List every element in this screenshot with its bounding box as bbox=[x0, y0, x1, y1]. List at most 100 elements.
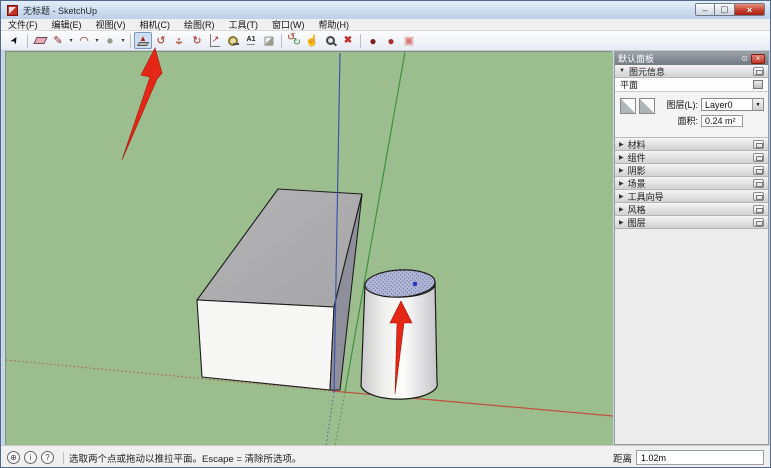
tape-measure-tool-button[interactable] bbox=[224, 32, 242, 49]
help-icon[interactable]: ? bbox=[41, 451, 54, 464]
sketchup-window: 无标题 - SketchUp – ▢ × 文件(F) 编辑(E) 视图(V) 相… bbox=[0, 0, 771, 468]
toolbar-separator bbox=[281, 34, 282, 48]
detach-icon[interactable] bbox=[753, 153, 764, 162]
select-tool-button[interactable]: ➤ bbox=[6, 32, 24, 49]
box-front-face[interactable] bbox=[197, 300, 334, 390]
menu-window[interactable]: 窗口(W) bbox=[265, 19, 312, 31]
paint-bucket-icon: ◪ bbox=[264, 34, 274, 47]
share-models-button[interactable]: ● bbox=[382, 32, 400, 49]
panel-title: 默认面板 bbox=[618, 52, 741, 65]
front-material-swatch[interactable] bbox=[620, 98, 636, 114]
close-button[interactable]: × bbox=[735, 3, 765, 16]
cylinder-body[interactable] bbox=[361, 282, 437, 399]
default-tray-panel: 默认面板 ⊙ × ▼ 图元信息 平面 图层(L): bbox=[614, 51, 769, 445]
section-layers[interactable]: ▶ 图层 bbox=[615, 216, 768, 229]
move-tool-button[interactable]: ↔ ↕ bbox=[170, 32, 188, 49]
collapse-arrow-icon: ▼ bbox=[619, 68, 625, 74]
menu-file[interactable]: 文件(F) bbox=[1, 19, 45, 31]
circle-shape-icon: ● bbox=[107, 35, 114, 47]
expand-arrow-icon: ▶ bbox=[619, 180, 624, 187]
pan-hand-icon: ☝ bbox=[305, 34, 319, 47]
zoom-tool-button[interactable] bbox=[321, 32, 339, 49]
detach-icon[interactable] bbox=[753, 192, 764, 201]
menu-view[interactable]: 视图(V) bbox=[89, 19, 133, 31]
measurement-label: 距离 bbox=[613, 451, 632, 465]
get-models-button[interactable]: ● bbox=[364, 32, 382, 49]
shapes-tool-button[interactable]: ● bbox=[101, 32, 119, 49]
menu-draw[interactable]: 绘图(R) bbox=[177, 19, 222, 31]
pin-icon[interactable]: ⊙ bbox=[741, 54, 748, 63]
arc-tool-dropdown[interactable]: ▾ bbox=[93, 32, 101, 49]
menu-bar: 文件(F) 编辑(E) 视图(V) 相机(C) 绘图(R) 工具(T) 窗口(W… bbox=[1, 19, 770, 31]
title-bar: 无标题 - SketchUp – ▢ × bbox=[1, 1, 770, 19]
dropdown-caret-icon[interactable]: ▼ bbox=[752, 99, 763, 110]
entity-info-header[interactable]: ▼ 图元信息 bbox=[615, 65, 768, 78]
zoom-extents-icon: ✖ bbox=[344, 35, 352, 46]
menu-camera[interactable]: 相机(C) bbox=[133, 19, 178, 31]
paint-bucket-tool-button[interactable]: ◪ bbox=[260, 32, 278, 49]
eraser-tool-button[interactable] bbox=[31, 32, 49, 49]
text-tool-button[interactable]: A1 bbox=[242, 32, 260, 49]
pan-tool-button[interactable]: ☝ bbox=[303, 32, 321, 49]
follow-me-tool-button[interactable]: ↺ bbox=[152, 32, 170, 49]
toolbar-separator bbox=[360, 34, 361, 48]
section-scenes[interactable]: ▶ 场景 bbox=[615, 177, 768, 190]
follow-me-icon: ↺ bbox=[156, 34, 165, 47]
section-materials[interactable]: ▶ 材料 bbox=[615, 138, 768, 151]
menu-edit[interactable]: 编辑(E) bbox=[45, 19, 89, 31]
push-pull-icon: ▲ bbox=[138, 35, 148, 46]
push-pull-tool-button[interactable]: ▲ bbox=[134, 32, 152, 49]
panel-header[interactable]: 默认面板 ⊙ × bbox=[615, 52, 768, 65]
line-tool-dropdown[interactable]: ▾ bbox=[67, 32, 75, 49]
line-tool-button[interactable]: ✎ bbox=[49, 32, 67, 49]
window-title: 无标题 - SketchUp bbox=[23, 4, 97, 17]
details-icon[interactable] bbox=[753, 80, 763, 89]
minimize-button[interactable]: – bbox=[695, 3, 715, 16]
share-component-icon: ▣ bbox=[404, 34, 414, 47]
layer-dropdown[interactable]: Layer0 ▼ bbox=[701, 98, 764, 111]
detach-icon[interactable] bbox=[753, 67, 764, 76]
pencil-icon: ✎ bbox=[53, 34, 62, 47]
share-component-button[interactable]: ▣ bbox=[400, 32, 418, 49]
detach-icon[interactable] bbox=[753, 205, 764, 214]
section-instructor[interactable]: ▶ 工具向导 bbox=[615, 190, 768, 203]
arc-icon: ◠ bbox=[79, 34, 89, 47]
toolbar-separator bbox=[130, 34, 131, 48]
section-components[interactable]: ▶ 组件 bbox=[615, 151, 768, 164]
eraser-icon bbox=[33, 37, 47, 44]
section-label: 图层 bbox=[628, 216, 753, 229]
claim-credit-icon[interactable]: i bbox=[24, 451, 37, 464]
detach-icon[interactable] bbox=[753, 218, 764, 227]
layer-value: Layer0 bbox=[702, 100, 752, 110]
layer-label: 图层(L): bbox=[660, 98, 698, 111]
drawing-canvas[interactable] bbox=[5, 51, 612, 445]
rotate-tool-button[interactable]: ↻ bbox=[188, 32, 206, 49]
move-icon-vertical: ↕ bbox=[170, 32, 188, 49]
menu-tools[interactable]: 工具(T) bbox=[222, 19, 266, 31]
detach-icon[interactable] bbox=[753, 179, 764, 188]
expand-arrow-icon: ▶ bbox=[619, 167, 624, 174]
back-material-swatch[interactable] bbox=[639, 98, 655, 114]
status-separator bbox=[63, 452, 64, 464]
section-shadows[interactable]: ▶ 阴影 bbox=[615, 164, 768, 177]
area-label: 面积: bbox=[660, 114, 698, 127]
status-bar: ⊕ i ? 选取两个点或拖动以推拉平面。Escape = 清除所选项。 距离 bbox=[1, 445, 770, 468]
zoom-extents-tool-button[interactable]: ✖ bbox=[339, 32, 357, 49]
maximize-button[interactable]: ▢ bbox=[715, 3, 735, 16]
section-styles[interactable]: ▶ 风格 bbox=[615, 203, 768, 216]
entity-info-content: 平面 图层(L): Layer0 ▼ bbox=[615, 78, 768, 138]
scale-tool-button[interactable]: ↗ bbox=[206, 32, 224, 49]
section-label: 组件 bbox=[628, 151, 753, 164]
panel-close-icon[interactable]: × bbox=[751, 54, 765, 64]
entity-info-label: 图元信息 bbox=[629, 65, 753, 78]
geolocation-icon[interactable]: ⊕ bbox=[7, 451, 20, 464]
arc-tool-button[interactable]: ◠ bbox=[75, 32, 93, 49]
orbit-tool-button[interactable]: ↺ ↻ bbox=[285, 32, 303, 49]
menu-help[interactable]: 帮助(H) bbox=[312, 19, 357, 31]
measurement-input[interactable] bbox=[636, 450, 764, 465]
rotate-icon: ↻ bbox=[192, 34, 201, 47]
shapes-tool-dropdown[interactable]: ▾ bbox=[119, 32, 127, 49]
cylinder-model[interactable] bbox=[361, 268, 437, 399]
detach-icon[interactable] bbox=[753, 166, 764, 175]
detach-icon[interactable] bbox=[753, 140, 764, 149]
